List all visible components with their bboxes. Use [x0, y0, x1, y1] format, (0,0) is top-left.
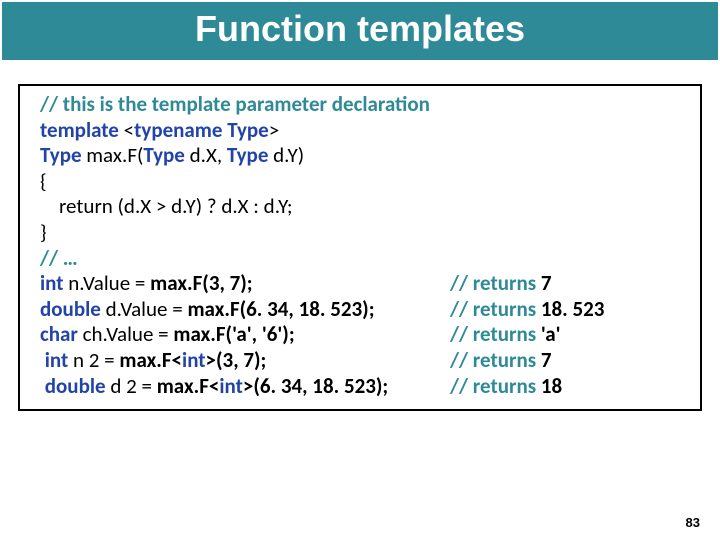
call-3: max.F('a', '6'); [173, 321, 294, 347]
slide-title: Function templates [2, 2, 718, 60]
ret5-pre: // returns [450, 373, 541, 399]
ret2-pre: // returns [450, 296, 541, 322]
comment-ellipsis: // … [40, 245, 78, 271]
kw-double-2: double [45, 373, 106, 399]
var-dvalue: d.Value = [101, 296, 188, 322]
ret3-val: 'a' [541, 321, 561, 347]
angle-open: < [119, 117, 134, 143]
call-4a: max.F< [119, 347, 182, 373]
call-5c: >(6. 34, 18. 523); [243, 373, 388, 399]
var-n2: n 2 = [68, 347, 119, 373]
ret3-pre: // returns [450, 321, 541, 347]
ret5-val: 18 [541, 373, 562, 399]
kw-typename: typename [134, 117, 222, 143]
ret1-pre: // returns [450, 270, 541, 296]
fn-name-open: max.F( [82, 142, 144, 168]
param2-type: Type [227, 142, 269, 168]
kw-int-2: int [45, 347, 69, 373]
param1-name: d.X, [185, 142, 227, 168]
ret4-val: 7 [541, 347, 552, 373]
var-d2: d 2 = [106, 373, 157, 399]
kw-int-1: int [40, 270, 64, 296]
kw-double-1: double [40, 296, 101, 322]
ret4-pre: // returns [450, 347, 541, 373]
kw-char: char [40, 321, 78, 347]
kw-template: template [40, 117, 119, 143]
param1-type: Type [143, 142, 185, 168]
angle-close: > [269, 117, 279, 143]
return-statement: return (d.X > d.Y) ? d.X : d.Y; [40, 193, 293, 219]
var-nvalue: n.Value = [64, 270, 151, 296]
call-4c: >(3, 7); [206, 347, 267, 373]
ret2-val: 18. 523 [541, 296, 605, 322]
ret1-val: 7 [541, 270, 552, 296]
param2-close: d.Y) [268, 142, 304, 168]
var-chvalue: ch.Value = [78, 321, 173, 347]
call-5a: max.F< [157, 373, 220, 399]
call-5b: int [219, 373, 243, 399]
brace-open: { [40, 168, 47, 194]
call-1: max.F(3, 7); [150, 270, 252, 296]
call-2: max.F(6. 34, 18. 523); [187, 296, 374, 322]
page-number: 83 [686, 515, 700, 530]
brace-close: } [40, 219, 47, 245]
call-4b: int [182, 347, 206, 373]
comment-declaration: // this is the template parameter declar… [40, 91, 430, 117]
return-type: Type [40, 142, 82, 168]
code-block: // this is the template parameter declar… [18, 84, 702, 411]
type-param: Type [222, 117, 268, 143]
